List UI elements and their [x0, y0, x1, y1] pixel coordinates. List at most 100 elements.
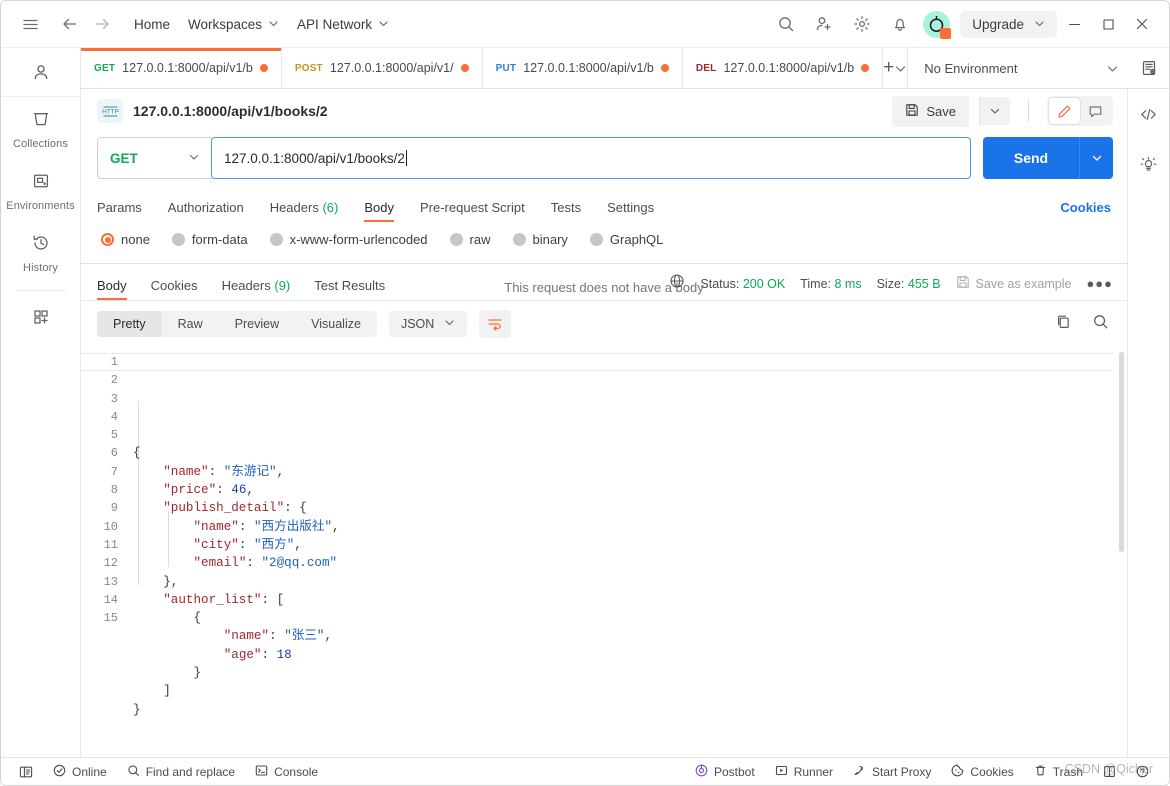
environment-selector[interactable]: No Environment	[907, 48, 1169, 88]
sidebar-toggle-icon[interactable]	[9, 765, 43, 779]
search-icon[interactable]	[771, 9, 801, 39]
tab-pre-request-script[interactable]: Pre-request Script	[420, 200, 525, 222]
format-visualize[interactable]: Visualize	[295, 311, 377, 337]
upgrade-button[interactable]: Upgrade	[960, 10, 1057, 38]
invite-user-icon[interactable]	[809, 9, 839, 39]
start-proxy-button[interactable]: Start Proxy	[843, 764, 941, 780]
chevron-down-icon[interactable]	[1095, 62, 1129, 75]
nav-workspaces[interactable]: Workspaces	[179, 12, 288, 37]
body-type-none[interactable]: none	[101, 232, 150, 247]
response-tab-headers[interactable]: Headers (9)	[222, 278, 291, 300]
response-tab-cookies[interactable]: Cookies	[151, 278, 198, 300]
body-type-graphql[interactable]: GraphQL	[589, 232, 663, 247]
line-number-gutter: 1 2 3 4 5 6 7 8 9 10 11 12 13 14 15	[81, 346, 127, 757]
bell-icon[interactable]	[885, 9, 915, 39]
sidebar-item-more-apps[interactable]	[1, 295, 80, 339]
runner-button[interactable]: Runner	[765, 764, 843, 780]
console-label: Console	[274, 764, 319, 779]
nav-home-label: Home	[134, 16, 171, 32]
nav-api-network[interactable]: API Network	[288, 12, 398, 37]
response-body-code[interactable]: { "name": "东游记", "price": 46, "publish_d…	[127, 346, 1127, 757]
avatar-badge	[940, 27, 952, 39]
postbot-button[interactable]: Postbot	[685, 764, 765, 780]
code-snippet-icon[interactable]	[1139, 105, 1158, 129]
request-tab-put[interactable]: PUT 127.0.0.1:8000/api/v1/b	[483, 48, 683, 88]
top-bar: Home Workspaces API Network Upgrade	[1, 1, 1169, 48]
format-pretty[interactable]: Pretty	[97, 311, 162, 337]
layout-icon[interactable]	[1093, 765, 1126, 778]
request-tab-get[interactable]: GET 127.0.0.1:8000/api/v1/b	[81, 48, 282, 88]
online-check-icon	[53, 764, 66, 780]
view-mode-group	[1047, 96, 1113, 126]
body-type-binary[interactable]: binary	[512, 232, 568, 247]
tab-tests[interactable]: Tests	[551, 200, 581, 222]
request-tab-post[interactable]: POST 127.0.0.1:8000/api/v1/	[282, 48, 483, 88]
url-input[interactable]: 127.0.0.1:8000/api/v1/books/2	[211, 137, 971, 179]
tab-label: Tests	[550, 200, 582, 215]
send-button[interactable]: Send	[983, 137, 1079, 179]
body-type-form-data[interactable]: form-data	[171, 232, 248, 247]
tab-headers[interactable]: Headers (6)	[270, 200, 339, 222]
maximize-button[interactable]	[1091, 9, 1125, 39]
tab-authorization[interactable]: Authorization	[168, 200, 244, 222]
copy-icon[interactable]	[1055, 313, 1072, 335]
close-button[interactable]	[1125, 9, 1159, 39]
search-icon[interactable]	[1092, 313, 1109, 335]
body-type-urlencoded[interactable]: x-www-form-urlencoded	[269, 232, 428, 247]
tab-params[interactable]: Params	[97, 200, 142, 222]
find-and-replace-button[interactable]: Find and replace	[117, 764, 245, 780]
response-body-viewer[interactable]: 1 2 3 4 5 6 7 8 9 10 11 12 13 14 15 { "name": "东游记", "…	[81, 346, 1127, 757]
trash-label: Trash	[1052, 764, 1083, 779]
http-method-select[interactable]: GET	[97, 137, 212, 179]
sidebar-item-history[interactable]: History	[1, 221, 80, 283]
arrow-right-icon[interactable]	[87, 9, 117, 39]
new-apps-icon	[31, 307, 51, 330]
arrow-left-icon[interactable]	[55, 9, 85, 39]
find-and-replace-label: Find and replace	[145, 764, 236, 779]
tab-settings[interactable]: Settings	[607, 200, 654, 222]
trash-button[interactable]: Trash	[1024, 764, 1093, 780]
save-button[interactable]: Save	[892, 95, 969, 127]
body-type-raw[interactable]: raw	[449, 232, 491, 247]
lightbulb-icon[interactable]	[1139, 155, 1158, 179]
content-type-select[interactable]: JSON	[388, 311, 468, 337]
hamburger-icon[interactable]	[15, 9, 45, 39]
http-method-value: GET	[110, 150, 138, 166]
tab-body[interactable]: Body	[364, 200, 394, 222]
edit-mode-button[interactable]	[1049, 98, 1080, 124]
sidebar-item-environments[interactable]: Environments	[1, 159, 80, 221]
format-raw[interactable]: Raw	[162, 311, 219, 337]
tab-url: 127.0.0.1:8000/api/v1/b	[523, 61, 654, 75]
request-tab-delete[interactable]: DEL 127.0.0.1:8000/api/v1/b	[683, 48, 884, 88]
response-tab-test-results[interactable]: Test Results	[314, 278, 385, 300]
minimize-button[interactable]	[1057, 9, 1091, 39]
tab-list-chevron-down-icon[interactable]	[894, 48, 907, 88]
save-options-chevron-down-icon[interactable]	[979, 97, 1010, 125]
body-wrap: Collections Environments History GET 127…	[1, 48, 1169, 757]
send-options-chevron-down-icon[interactable]	[1079, 137, 1113, 179]
comment-mode-button[interactable]	[1080, 98, 1111, 124]
save-as-example-button[interactable]: Save as example	[956, 275, 1072, 292]
sidebar-item-collections[interactable]: Collections	[1, 97, 80, 159]
cookies-button[interactable]: Cookies	[941, 764, 1023, 780]
new-tab-button[interactable]: +	[883, 48, 894, 88]
avatar[interactable]	[923, 10, 952, 39]
request-tab-strip: GET 127.0.0.1:8000/api/v1/b POST 127.0.0…	[81, 48, 1169, 89]
user-icon[interactable]	[1, 48, 80, 97]
response-more-options-button[interactable]: ●●●	[1086, 276, 1113, 291]
save-as-example-label: Save as example	[975, 276, 1072, 291]
wrap-lines-icon[interactable]	[479, 310, 512, 338]
gear-icon[interactable]	[847, 9, 877, 39]
format-preview[interactable]: Preview	[219, 311, 295, 337]
radio-icon	[101, 233, 114, 246]
console-button[interactable]: Console	[245, 764, 328, 780]
cookies-link[interactable]: Cookies	[1060, 200, 1111, 222]
environment-quicklook-icon[interactable]	[1129, 59, 1169, 77]
nav-home[interactable]: Home	[125, 12, 179, 37]
help-icon[interactable]	[1126, 765, 1159, 778]
code-line: }	[193, 666, 202, 681]
vertical-scrollbar[interactable]	[1119, 352, 1124, 552]
status-online[interactable]: Online	[43, 764, 117, 780]
response-tab-body[interactable]: Body	[97, 278, 127, 300]
start-proxy-label: Start Proxy	[872, 764, 932, 779]
